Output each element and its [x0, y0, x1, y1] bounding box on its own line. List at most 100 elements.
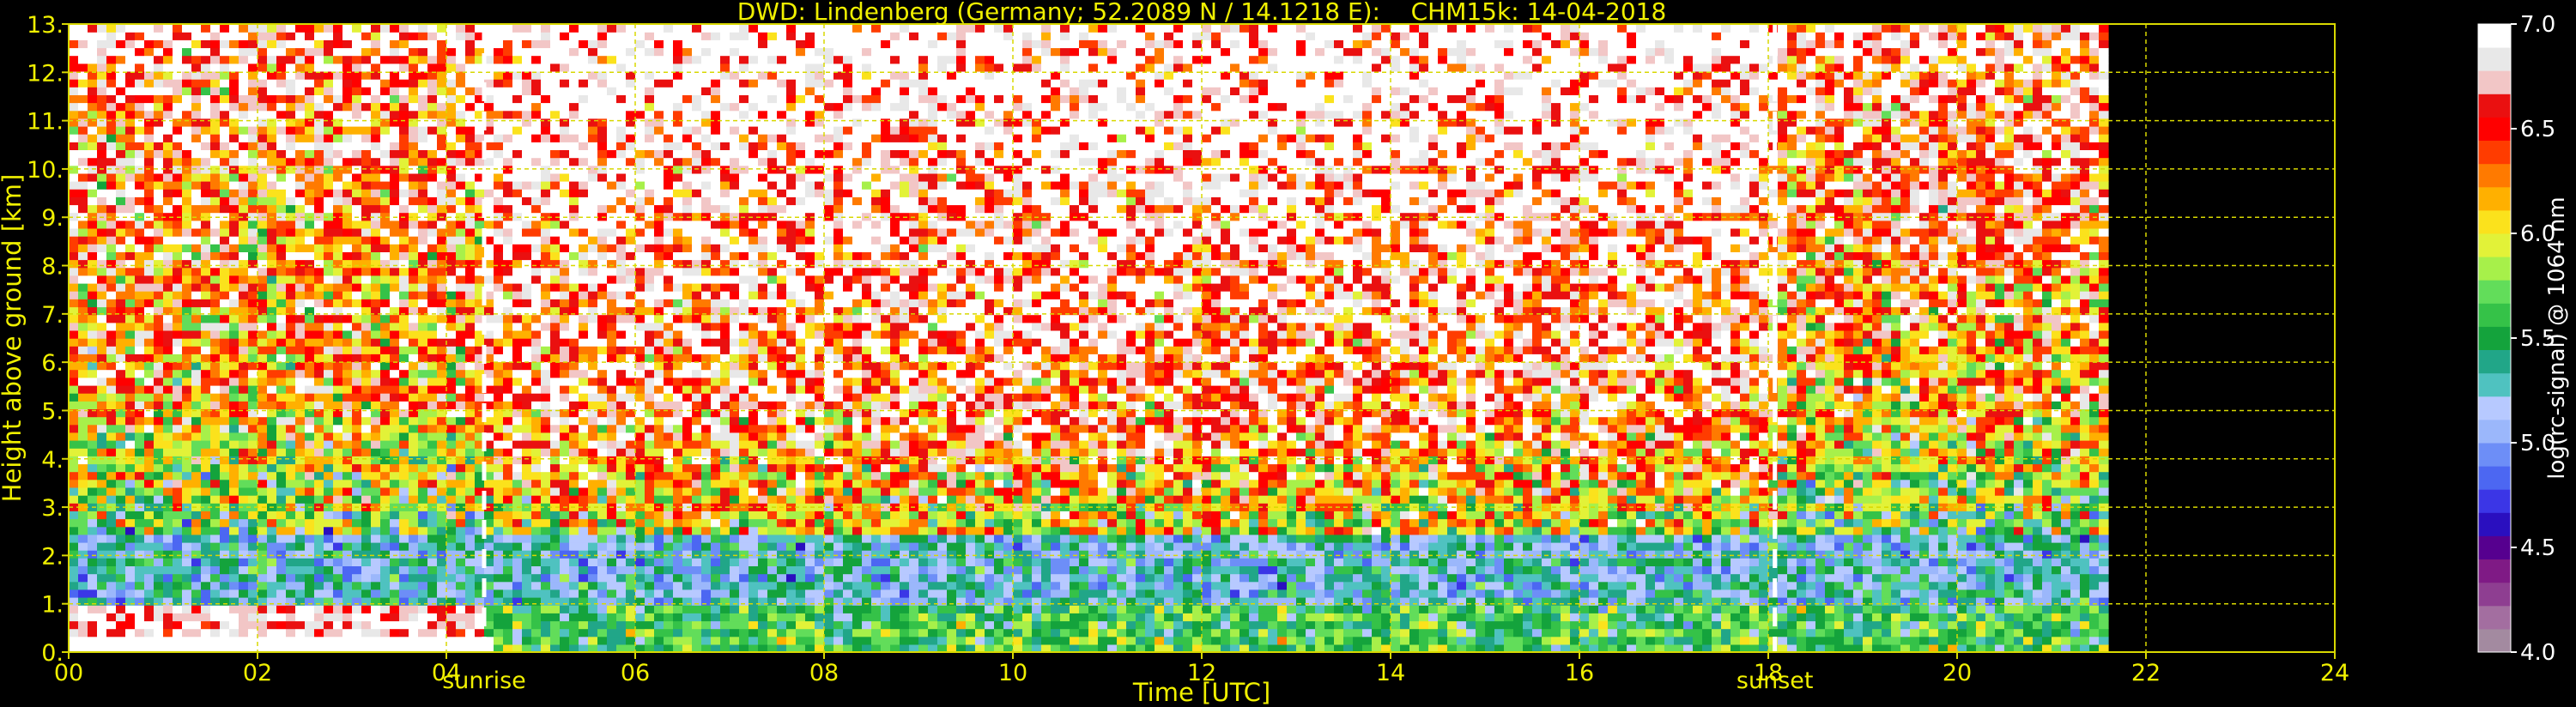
heatmap-cell [418, 565, 428, 574]
heatmap-cell [399, 134, 409, 142]
heatmap-cell [210, 244, 221, 252]
heatmap-cell [182, 39, 192, 48]
heatmap-cell [154, 158, 164, 166]
heatmap-cell [106, 189, 117, 197]
heatmap-cell [588, 354, 598, 362]
heatmap-cell [144, 149, 155, 158]
heatmap-cell [163, 39, 173, 48]
heatmap-cell [503, 63, 513, 72]
heatmap-cell [163, 550, 173, 559]
heatmap-cell [144, 440, 155, 449]
heatmap-cell [503, 323, 513, 331]
heatmap-cell [380, 385, 391, 394]
heatmap-cell [503, 440, 513, 449]
heatmap-cell [97, 605, 107, 613]
heatmap-cell [116, 582, 126, 590]
heatmap-cell [541, 637, 551, 645]
heatmap-cell [418, 378, 428, 386]
heatmap-cell [324, 346, 334, 354]
heatmap-cell [324, 338, 334, 347]
heatmap-cell [560, 346, 570, 354]
heatmap-cell [456, 519, 466, 528]
heatmap-cell [116, 56, 126, 64]
heatmap-cell [125, 236, 136, 245]
heatmap-cell [305, 260, 315, 269]
heatmap-cell [446, 103, 457, 112]
heatmap-cell [390, 448, 400, 456]
heatmap-cell [541, 535, 551, 543]
heatmap-cell [380, 228, 391, 237]
heatmap-cell [144, 189, 155, 197]
heatmap-cell [342, 456, 353, 464]
heatmap-cell [106, 158, 117, 166]
heatmap-cell [201, 158, 211, 166]
heatmap-cell [626, 196, 636, 205]
heatmap-cell [173, 565, 183, 574]
heatmap-cell [503, 158, 513, 166]
heatmap-cell [588, 149, 598, 158]
heatmap-cell [276, 221, 287, 229]
heatmap-cell [333, 63, 343, 72]
heatmap-cell [154, 275, 164, 284]
heatmap-cell [418, 605, 428, 613]
heatmap-cell [494, 134, 504, 142]
heatmap-cell [569, 291, 579, 299]
heatmap-cell [531, 149, 542, 158]
heatmap-cell [541, 338, 551, 347]
heatmap-cell [531, 134, 542, 142]
heatmap-cell [588, 620, 598, 629]
heatmap-cell [541, 299, 551, 307]
heatmap-cell [210, 299, 221, 307]
heatmap-cell [248, 149, 258, 158]
heatmap-cell [465, 323, 476, 331]
heatmap-cell [588, 401, 598, 409]
heatmap-cell [78, 370, 88, 378]
heatmap-cell [456, 236, 466, 245]
heatmap-cell [248, 582, 258, 590]
heatmap-cell [409, 283, 419, 292]
heatmap-cell [173, 542, 183, 551]
heatmap-cell [267, 385, 277, 394]
heatmap-cell [305, 637, 315, 645]
heatmap-cell [229, 236, 239, 245]
heatmap-cell [616, 519, 627, 528]
heatmap-cell [399, 63, 409, 72]
heatmap-cell [569, 149, 579, 158]
heatmap-cell [210, 173, 221, 182]
heatmap-cell [512, 425, 523, 433]
heatmap-cell [352, 79, 362, 88]
heatmap-cell [494, 385, 504, 394]
heatmap-cell [352, 565, 362, 574]
heatmap-cell [258, 291, 268, 299]
heatmap-cell [106, 354, 117, 362]
heatmap-cell [541, 629, 551, 638]
heatmap-cell [173, 204, 183, 213]
heatmap-cell [399, 346, 409, 354]
heatmap-cell [258, 24, 268, 33]
heatmap-cell [97, 463, 107, 472]
heatmap-cell [97, 637, 107, 645]
heatmap-cell [427, 511, 438, 519]
heatmap-cell [380, 79, 391, 88]
heatmap-cell [409, 393, 419, 402]
heatmap-cell [342, 181, 353, 190]
heatmap-cell [512, 149, 523, 158]
heatmap-cell [342, 511, 353, 519]
heatmap-cell [305, 582, 315, 590]
heatmap-cell [616, 480, 627, 488]
heatmap-cell [135, 582, 145, 590]
heatmap-cell [295, 385, 306, 394]
heatmap-cell [560, 432, 570, 441]
heatmap-cell [116, 149, 126, 158]
heatmap-cell [239, 550, 249, 559]
heatmap-cell [437, 204, 447, 213]
heatmap-cell [333, 87, 343, 95]
heatmap-cell [286, 487, 296, 496]
heatmap-cell [333, 251, 343, 260]
heatmap-cell [522, 47, 532, 56]
heatmap-cell [220, 315, 230, 323]
heatmap-cell [522, 189, 532, 197]
heatmap-cell [456, 56, 466, 64]
heatmap-cell [352, 94, 362, 103]
heatmap-cell [267, 605, 277, 613]
